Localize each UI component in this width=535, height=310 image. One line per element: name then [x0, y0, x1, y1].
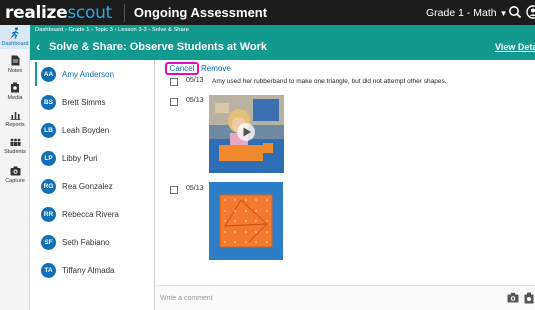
- student-item[interactable]: BS Brett Simms: [30, 88, 154, 116]
- avatar: SF: [41, 234, 56, 250]
- student-name: Amy Anderson: [62, 69, 115, 79]
- student-name: Libby Puri: [62, 153, 98, 163]
- logo-realize: realize: [5, 2, 68, 23]
- avatar: RR: [41, 206, 56, 222]
- avatar: AA: [41, 66, 56, 82]
- observation-feed: Cancel Remove 05/13 Amy used her rubberb…: [156, 60, 535, 285]
- rail-label-dashboard: Dashboard: [1, 41, 29, 47]
- media-upload-icon[interactable]: [524, 292, 534, 304]
- geoboard-photo-image: [209, 182, 283, 260]
- user-profile-icon[interactable]: [526, 5, 535, 19]
- student-item[interactable]: RG Rea Gonzalez: [30, 172, 154, 200]
- student-name: Seth Fabiano: [62, 237, 110, 247]
- student-name: Rea Gonzalez: [62, 181, 113, 191]
- student-list: AA Amy Anderson BS Brett Simms LB Leah B…: [30, 60, 155, 310]
- grade-selector[interactable]: Grade 1 - Math ▼: [426, 7, 508, 19]
- student-item[interactable]: LB Leah Boyden: [30, 116, 154, 144]
- rail-label-reports: Reports: [5, 122, 25, 128]
- entry-checkbox[interactable]: [170, 98, 178, 106]
- page-title: Solve & Share: Observe Students at Work: [49, 41, 268, 53]
- rail-item-dashboard[interactable]: Dashboard: [0, 25, 30, 49]
- student-item[interactable]: AA Amy Anderson: [30, 60, 154, 88]
- student-item[interactable]: SF Seth Fabiano: [30, 228, 154, 256]
- entry-note: Amy used her rubberband to make one tria…: [212, 78, 447, 85]
- avatar: LB: [41, 122, 56, 138]
- rail-label-capture: Capture: [5, 178, 25, 184]
- comment-bar: [156, 285, 535, 310]
- media-icon: [11, 82, 19, 93]
- classroom-video-image: [209, 95, 284, 173]
- entry-checkbox[interactable]: [170, 78, 178, 86]
- avatar: BS: [41, 94, 56, 110]
- rail-item-reports[interactable]: Reports: [0, 110, 30, 128]
- cancel-button[interactable]: Cancel: [165, 62, 199, 75]
- comment-input[interactable]: [160, 291, 495, 305]
- student-name: Tiffany Almada: [62, 265, 115, 275]
- entry-date: 05/13: [186, 97, 204, 104]
- camera-icon[interactable]: [507, 292, 519, 303]
- rail-item-students[interactable]: Students: [0, 138, 30, 155]
- student-name: Leah Boyden: [62, 125, 110, 135]
- realize-scout-logo[interactable]: realizescout: [0, 3, 112, 23]
- student-item[interactable]: TA Tiffany Almada: [30, 256, 154, 284]
- avatar: LP: [41, 150, 56, 166]
- rail-label-notes: Notes: [7, 68, 23, 74]
- camera-icon: [10, 166, 20, 176]
- photo-thumbnail[interactable]: [209, 182, 283, 260]
- rail-item-media[interactable]: Media: [0, 82, 30, 101]
- video-thumbnail[interactable]: [209, 95, 284, 173]
- entry-date: 05/13: [186, 185, 204, 192]
- student-item[interactable]: RR Rebecca Rivera: [30, 200, 154, 228]
- student-name: Rebecca Rivera: [62, 209, 119, 219]
- logo-scout: scout: [67, 2, 112, 23]
- back-chevron-icon[interactable]: ‹: [36, 39, 40, 54]
- people-icon: [10, 138, 20, 146]
- grade-selector-label: Grade 1 - Math: [426, 7, 497, 19]
- rail-item-notes[interactable]: Notes: [0, 55, 30, 74]
- page-header: ‹ Solve & Share: Observe Students at Wor…: [30, 35, 535, 60]
- breadcrumb[interactable]: Dashboard › Grade 1 › Topic 3 › Lesson 3…: [30, 25, 535, 35]
- rail-label-students: Students: [4, 149, 26, 155]
- run-icon: [10, 27, 19, 39]
- bar-chart-icon: [10, 112, 20, 120]
- view-details-link[interactable]: View Details: [495, 42, 535, 52]
- student-name: Brett Simms: [62, 97, 106, 107]
- left-navigation-rail: Dashboard Notes Media Reports Students C…: [0, 25, 30, 310]
- entry-checkbox[interactable]: [170, 186, 178, 194]
- chevron-down-icon: ▼: [499, 9, 508, 18]
- student-item[interactable]: LP Libby Puri: [30, 144, 154, 172]
- entry-date: 05/13: [186, 77, 204, 84]
- avatar: TA: [41, 262, 56, 278]
- search-icon[interactable]: [508, 5, 522, 19]
- notes-icon: [11, 55, 19, 66]
- rail-item-capture[interactable]: Capture: [0, 166, 30, 184]
- rail-label-media: Media: [7, 95, 23, 101]
- avatar: RG: [41, 178, 56, 194]
- app-title: Ongoing Assessment: [123, 3, 267, 22]
- remove-button[interactable]: Remove: [201, 64, 231, 73]
